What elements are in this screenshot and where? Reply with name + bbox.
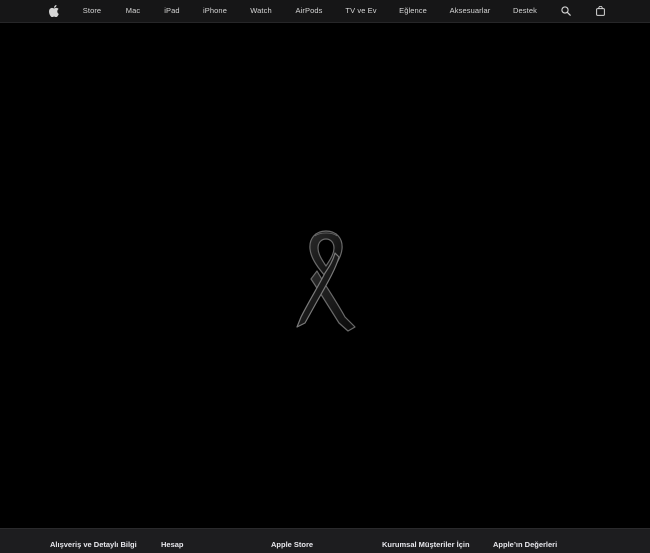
nav-item-tv-ve-ev[interactable]: TV ve Ev xyxy=(345,0,376,22)
nav-item-destek[interactable]: Destek xyxy=(513,0,537,22)
apple-icon[interactable] xyxy=(48,5,60,17)
hero-section xyxy=(0,23,650,528)
nav-item-eglence[interactable]: Eğlence xyxy=(399,0,427,22)
global-nav: Store Mac iPad iPhone Watch AirPods TV v… xyxy=(0,0,650,23)
footer-link-alisveris[interactable]: Alışveriş ve Detaylı Bilgi xyxy=(50,529,137,553)
footer-link-kurumsal[interactable]: Kurumsal Müşteriler İçin xyxy=(382,529,470,553)
bag-icon[interactable] xyxy=(594,5,606,17)
nav-item-ipad[interactable]: iPad xyxy=(164,0,179,22)
nav-item-aksesuarlar[interactable]: Aksesuarlar xyxy=(450,0,491,22)
footer-directory: Alışveriş ve Detaylı Bilgi Hesap Apple S… xyxy=(0,528,650,553)
nav-list: Store Mac iPad iPhone Watch AirPods TV v… xyxy=(0,0,650,22)
footer-link-degerler[interactable]: Apple’ın Değerleri xyxy=(493,529,557,553)
footer-link-apple-store[interactable]: Apple Store xyxy=(271,529,313,553)
search-icon[interactable] xyxy=(560,5,572,17)
black-ribbon-icon xyxy=(296,230,356,332)
footer-link-hesap[interactable]: Hesap xyxy=(161,529,184,553)
nav-item-airpods[interactable]: AirPods xyxy=(296,0,323,22)
nav-item-watch[interactable]: Watch xyxy=(250,0,271,22)
nav-item-iphone[interactable]: iPhone xyxy=(203,0,227,22)
page: Store Mac iPad iPhone Watch AirPods TV v… xyxy=(0,0,650,553)
nav-item-mac[interactable]: Mac xyxy=(126,0,140,22)
nav-item-store[interactable]: Store xyxy=(83,0,101,22)
